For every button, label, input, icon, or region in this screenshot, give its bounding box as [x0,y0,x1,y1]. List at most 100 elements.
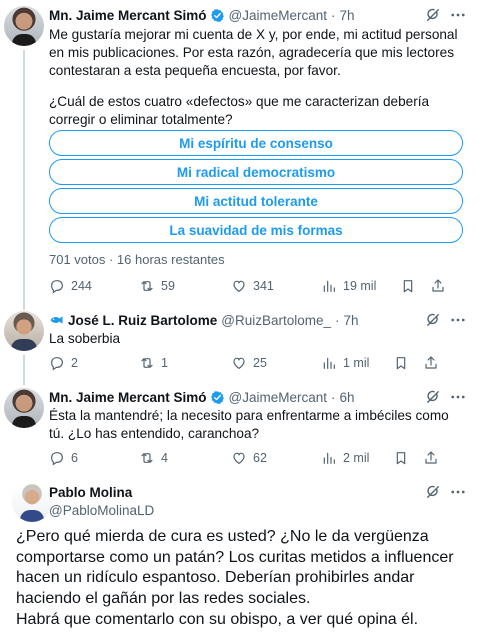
more-options-icon[interactable] [449,6,467,24]
tweet-paragraph: Me gustaría mejorar mi cuenta de X y, po… [49,27,458,78]
heart-icon [231,450,247,466]
reply-button[interactable]: 244 [49,278,139,294]
reply-icon [49,355,65,371]
avatar[interactable] [4,6,44,46]
like-button[interactable]: 62 [231,450,321,466]
tweet-text: La soberbia [49,331,121,346]
bookmark-icon [393,450,409,466]
reply-button[interactable]: 2 [49,355,139,371]
verified-badge-icon [210,8,225,23]
views-button[interactable]: 2 mil [321,450,369,466]
share-button[interactable] [423,450,439,466]
view-count: 2 mil [343,451,370,465]
view-count: 1 mil [343,356,370,370]
bookmark-button[interactable] [393,450,409,466]
author-handle-row: @PabloMolinaLD [49,500,154,520]
repost-count: 59 [161,279,175,293]
share-icon [423,450,439,466]
bookmark-icon [393,355,409,371]
like-button[interactable]: 341 [231,278,321,294]
repost-icon [139,450,155,466]
poll-option-3[interactable]: Mi actitud tolerante [49,188,463,214]
author-name[interactable]: Mn. Jaime Mercant Simó [49,390,207,405]
poll-meta: 701 votos · 16 horas restantes [49,252,225,267]
tweet-paragraph: ¿Cuál de estos cuatro «defectos» que me … [49,94,430,127]
author-handle[interactable]: @RuizBartolome_ [221,313,331,328]
tweet-text: ¿Pero qué mierda de cura es usted? ¿No l… [16,527,470,632]
author-name-row: Pablo Molina [49,482,132,502]
thread-line [23,50,25,296]
separator-dot: · [331,389,336,405]
tweet-header: Mn. Jaime Mercant Simó @JaimeMercant · 6… [49,387,355,407]
views-button[interactable]: 1 mil [321,355,369,371]
grok-icon[interactable] [424,6,442,24]
action-bar: 244 59 341 19 mil [49,276,463,296]
grok-icon[interactable] [424,311,442,329]
like-button[interactable]: 25 [231,355,321,371]
heart-icon [231,278,247,294]
reply-icon [49,278,65,294]
bookmark-icon [400,278,416,294]
timestamp[interactable]: 7h [340,8,355,23]
separator-dot: · [331,7,336,23]
timestamp[interactable]: 7h [344,313,359,328]
reply-count: 6 [71,451,78,465]
like-count: 25 [253,356,267,370]
author-handle[interactable]: @JaimeMercant [229,390,327,405]
poll-option-2[interactable]: Mi radical democratismo [49,159,463,185]
repost-button[interactable]: 4 [139,450,231,466]
author-name[interactable]: Pablo Molina [49,485,132,500]
tweet-text: Ésta la mantendré; la necesito para enfr… [49,408,449,441]
verified-badge-icon [210,390,225,405]
views-button[interactable]: 19 mil [321,278,376,294]
repost-button[interactable]: 1 [139,355,231,371]
repost-count: 1 [161,356,168,370]
reply-count: 244 [71,279,92,293]
more-options-icon[interactable] [449,483,467,501]
share-button[interactable] [423,355,439,371]
avatar[interactable] [12,482,52,522]
repost-icon [139,278,155,294]
reply-button[interactable]: 6 [49,450,139,466]
avatar[interactable] [4,388,44,428]
author-name[interactable]: José L. Ruiz Bartolome [68,313,217,328]
separator-dot: · [335,312,340,328]
bookmark-button[interactable] [400,278,416,294]
repost-icon [139,355,155,371]
views-icon [321,355,337,371]
author-name[interactable]: Mn. Jaime Mercant Simó [49,8,207,23]
views-icon [321,450,337,466]
heart-icon [231,355,247,371]
grok-icon[interactable] [424,388,442,406]
repost-count: 4 [161,451,168,465]
reply-icon [49,450,65,466]
share-button[interactable] [430,278,446,294]
share-icon [423,355,439,371]
more-options-icon[interactable] [449,311,467,329]
like-count: 62 [253,451,267,465]
timestamp[interactable]: 6h [340,390,355,405]
repost-button[interactable]: 59 [139,278,231,294]
action-bar: 2 1 25 1 mil [49,353,463,373]
tweet-text: Me gustaría mejorar mi cuenta de X y, po… [49,26,464,142]
action-bar: 6 4 62 2 mil [49,448,463,468]
tweet-header: Mn. Jaime Mercant Simó @JaimeMercant · 7… [49,5,355,25]
grok-icon[interactable] [424,483,442,501]
more-options-icon[interactable] [449,388,467,406]
views-icon [321,278,337,294]
poll-option-4[interactable]: La suavidad de mis formas [49,217,463,243]
author-handle[interactable]: @PabloMolinaLD [49,503,154,518]
view-count: 19 mil [343,279,377,293]
share-icon [430,278,446,294]
avatar[interactable] [4,311,44,351]
like-count: 341 [253,279,274,293]
tweet-header: José L. Ruiz Bartolome @RuizBartolome_ ·… [49,310,359,330]
fish-emoji-icon [50,316,63,324]
reply-count: 2 [71,356,78,370]
poll-option-1[interactable]: Mi espíritu de consenso [49,130,463,156]
tweet-paragraph: Habrá que comentarlo con su obispo, a ve… [16,611,419,628]
bookmark-button[interactable] [393,355,409,371]
thread-line [23,355,25,385]
tweet-paragraph: ¿Pero qué mierda de cura es usted? ¿No l… [16,528,454,607]
author-handle[interactable]: @JaimeMercant [229,8,327,23]
